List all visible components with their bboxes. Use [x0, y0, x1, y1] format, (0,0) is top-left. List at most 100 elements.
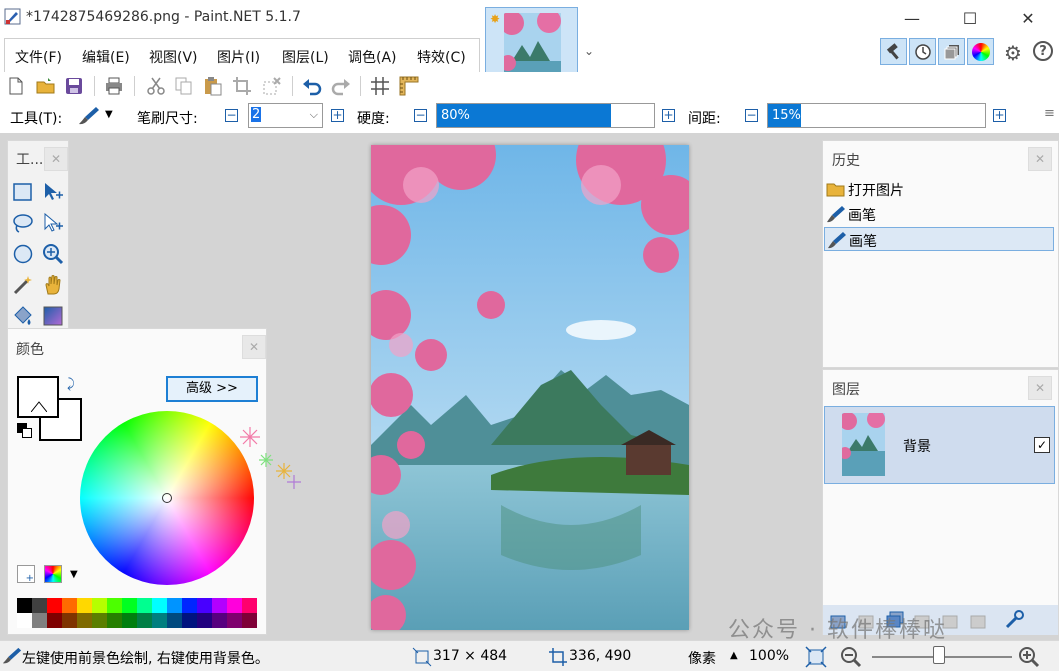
palette-swatch[interactable]	[92, 613, 107, 628]
spacing-decrease-button[interactable]: −	[745, 109, 758, 122]
palette-swatch[interactable]	[107, 613, 122, 628]
rectangle-select-icon[interactable]	[12, 181, 34, 203]
menu-image[interactable]: 图片(I)	[217, 47, 260, 67]
redo-icon[interactable]	[331, 76, 351, 96]
palette-swatch[interactable]	[62, 598, 77, 613]
menu-edit[interactable]: 编辑(E)	[82, 47, 130, 67]
tools-panel-close-button[interactable]: ✕	[44, 147, 68, 171]
palette-swatch[interactable]	[137, 598, 152, 613]
palette-swatch[interactable]	[47, 598, 62, 613]
palette-swatch[interactable]	[182, 613, 197, 628]
menu-effects[interactable]: 特效(C)	[417, 47, 466, 67]
layers-panel-close-button[interactable]: ✕	[1028, 376, 1052, 400]
colors-panel-close-button[interactable]: ✕	[242, 335, 266, 359]
zoom-out-icon[interactable]	[840, 646, 862, 668]
hardness-decrease-button[interactable]: −	[414, 109, 427, 122]
add-to-palette-icon[interactable]: +	[17, 565, 35, 584]
color-wheel-marker[interactable]	[162, 493, 172, 503]
palette-swatch[interactable]	[227, 598, 242, 613]
units-selector[interactable]: 像素	[688, 648, 716, 668]
menu-adjustments[interactable]: 调色(A)	[348, 47, 397, 67]
palette-swatch[interactable]	[242, 613, 257, 628]
undo-icon[interactable]	[302, 76, 322, 96]
close-button[interactable]: ✕	[1005, 4, 1051, 32]
palette-swatch[interactable]	[227, 613, 242, 628]
palette-swatch[interactable]	[197, 598, 212, 613]
palette-swatch[interactable]	[17, 613, 32, 628]
help-icon[interactable]: ?	[1033, 41, 1053, 61]
palette-swatch[interactable]	[77, 598, 92, 613]
paste-icon[interactable]	[203, 76, 223, 96]
layer-row-background[interactable]: 背景 ✓	[824, 406, 1055, 484]
layer-properties-icon[interactable]	[1003, 609, 1025, 631]
palette-swatch[interactable]	[212, 598, 227, 613]
layers-toggle-button[interactable]	[938, 38, 965, 65]
palette-swatch[interactable]	[92, 598, 107, 613]
ruler-icon[interactable]	[399, 76, 419, 96]
palette-swatch[interactable]	[137, 613, 152, 628]
chevron-down-icon[interactable]: ⌄	[584, 44, 594, 58]
move-selected-icon[interactable]	[42, 181, 64, 203]
palette-swatch[interactable]	[122, 598, 137, 613]
tools-toggle-button[interactable]	[880, 38, 907, 65]
palette-swatch[interactable]	[47, 613, 62, 628]
palette-swatch[interactable]	[32, 613, 47, 628]
menu-view[interactable]: 视图(V)	[149, 47, 198, 67]
advanced-colors-button[interactable]: 高级 >>	[166, 376, 258, 402]
palette-swatch[interactable]	[17, 598, 32, 613]
colors-toggle-button[interactable]	[967, 38, 994, 65]
print-icon[interactable]	[104, 76, 124, 96]
tool-dropdown-arrow-icon[interactable]: ▼	[105, 109, 113, 120]
palette-swatch[interactable]	[32, 598, 47, 613]
pan-hand-icon[interactable]	[42, 274, 64, 296]
lasso-select-icon[interactable]	[12, 212, 34, 234]
toolbar-overflow-icon[interactable]: ≡	[1044, 106, 1055, 121]
hardness-increase-button[interactable]: +	[662, 109, 675, 122]
copy-icon[interactable]	[174, 76, 194, 96]
chevron-down-icon[interactable]: ▼	[70, 569, 78, 580]
paint-bucket-icon[interactable]	[12, 305, 34, 327]
history-item-paintbrush[interactable]: 画笔	[824, 202, 1054, 226]
units-dropdown-arrow-icon[interactable]: ▲	[730, 650, 738, 661]
history-item-paintbrush-selected[interactable]: 画笔	[824, 227, 1054, 251]
brush-size-increase-button[interactable]: +	[331, 109, 344, 122]
color-palette[interactable]	[17, 598, 257, 628]
open-folder-icon[interactable]	[36, 76, 56, 96]
history-toggle-button[interactable]	[909, 38, 936, 65]
paintbrush-icon[interactable]	[78, 106, 100, 126]
history-item-open-image[interactable]: 打开图片	[824, 177, 1054, 201]
palette-swatch[interactable]	[77, 613, 92, 628]
palette-swatch[interactable]	[122, 613, 137, 628]
spacing-increase-button[interactable]: +	[993, 109, 1006, 122]
minimize-button[interactable]: —	[889, 4, 935, 32]
crop-icon[interactable]	[232, 76, 252, 96]
grid-icon[interactable]	[370, 76, 390, 96]
palette-swatch[interactable]	[182, 598, 197, 613]
menu-layers[interactable]: 图层(L)	[282, 47, 329, 67]
hardness-slider[interactable]: 80%	[436, 103, 655, 128]
palette-menu-icon[interactable]	[44, 565, 62, 583]
zoom-to-window-icon[interactable]	[805, 646, 827, 668]
primary-color-swatch[interactable]	[17, 376, 59, 418]
gear-icon[interactable]: ⚙	[1004, 41, 1022, 65]
cut-icon[interactable]	[146, 76, 166, 96]
palette-swatch[interactable]	[242, 598, 257, 613]
maximize-button[interactable]: ☐	[947, 4, 993, 32]
palette-swatch[interactable]	[107, 598, 122, 613]
palette-swatch[interactable]	[152, 598, 167, 613]
zoom-slider-thumb[interactable]	[933, 646, 945, 664]
swap-colors-icon[interactable]: ⤸	[67, 377, 75, 392]
ellipse-select-icon[interactable]	[12, 243, 34, 265]
zoom-level[interactable]: 100%	[749, 648, 789, 664]
palette-swatch[interactable]	[152, 613, 167, 628]
history-panel-close-button[interactable]: ✕	[1028, 147, 1052, 171]
brush-size-combobox[interactable]: 2 ⌵	[248, 103, 323, 128]
brush-size-decrease-button[interactable]: −	[225, 109, 238, 122]
layer-visibility-checkbox[interactable]: ✓	[1034, 437, 1050, 453]
move-selection-icon[interactable]	[42, 212, 64, 234]
palette-swatch[interactable]	[62, 613, 77, 628]
new-file-icon[interactable]	[6, 76, 26, 96]
menu-file[interactable]: 文件(F)	[15, 47, 62, 67]
deselect-icon[interactable]	[262, 76, 282, 96]
move-layer-down-icon[interactable]	[969, 610, 989, 630]
